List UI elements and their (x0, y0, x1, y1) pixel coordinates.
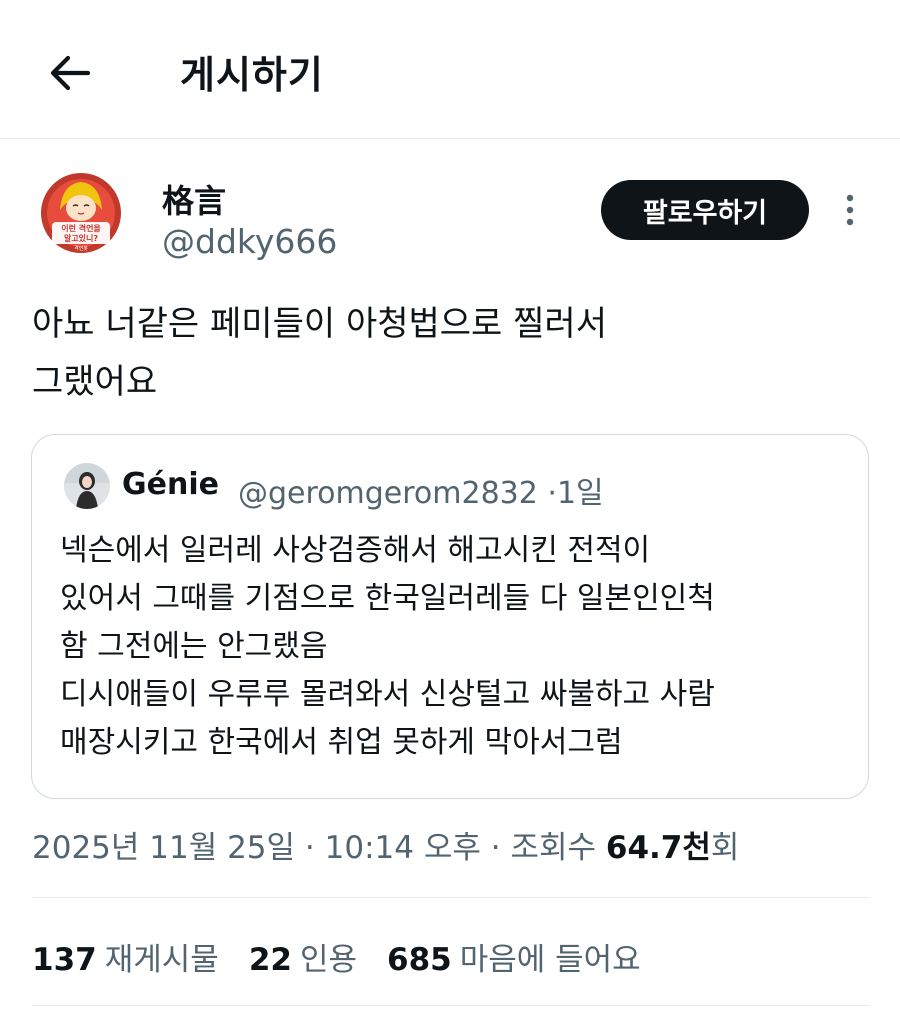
more-vertical-icon (846, 194, 854, 226)
views-count: 64.7천 (605, 830, 711, 866)
meta-separator-1: · (304, 830, 315, 866)
author-display-name[interactable]: 格言 (162, 176, 226, 222)
stat-quotes[interactable]: 22 인용 (249, 934, 357, 979)
arrow-left-icon (50, 55, 91, 91)
quoted-tweet-card[interactable]: Génie @geromgerom2832 ·1일 넥슨에서 일러레 사상검증해… (31, 434, 869, 799)
engagement-stats: 137 재게시물 22 인용 685 마음에 들어요 (32, 934, 671, 979)
quote-age: 1일 (556, 476, 604, 511)
tweet-date: 2025년 11월 25일 (32, 830, 296, 866)
author-avatar[interactable]: 이런 격언을 알고있니? 격언봇 (38, 170, 124, 256)
follow-button[interactable]: 팔로우하기 (601, 180, 809, 240)
stat-likes-count: 685 (387, 942, 452, 978)
views-suffix: 회 (710, 830, 740, 866)
stat-quotes-label: 인용 (299, 942, 357, 978)
top-bar: 게시하기 (0, 0, 900, 139)
quote-author-meta: @geromgerom2832 ·1일 (238, 468, 604, 512)
meta-separator-2: · (490, 830, 501, 866)
quote-author-name: Génie (122, 467, 219, 502)
quote-separator: · (547, 476, 557, 511)
tweet-time: 10:14 오후 (324, 830, 481, 866)
stat-likes[interactable]: 685 마음에 들어요 (387, 934, 641, 979)
page-title: 게시하기 (180, 53, 324, 97)
stat-reposts-count: 137 (32, 942, 97, 978)
divider (32, 897, 870, 898)
divider (32, 1005, 870, 1006)
avatar-illustration: 이런 격언을 알고있니? 격언봇 (38, 170, 124, 256)
avatar-caption-1: 이런 격언을 (61, 223, 101, 233)
stat-reposts-label: 재게시물 (104, 942, 219, 978)
quote-text: 넥슨에서 일러레 사상검증해서 해고시킨 전적이 있어서 그때를 기점으로 한국… (60, 533, 715, 760)
tweet-text: 아뇨 너같은 페미들이 아청법으로 찔러서 그랬어요 (32, 304, 607, 402)
stat-quotes-count: 22 (248, 942, 292, 978)
quote-author-avatar (64, 463, 110, 509)
back-button[interactable] (40, 45, 100, 101)
avatar-caption-3: 격언봇 (74, 245, 88, 252)
author-handle[interactable]: @ddky666 (162, 222, 337, 261)
tweet-meta: 2025년 11월 25일 · 10:14 오후 · 조회수 64.7천회 (32, 822, 739, 867)
stat-likes-label: 마음에 들어요 (459, 942, 641, 978)
views-label: 조회수 (510, 830, 597, 866)
quote-avatar-photo (64, 463, 110, 509)
stat-reposts[interactable]: 137 재게시물 (32, 934, 219, 979)
avatar-caption-2: 알고있니? (64, 233, 98, 243)
more-options-button[interactable] (832, 190, 868, 230)
quote-author-handle: @geromgerom2832 (238, 476, 538, 511)
